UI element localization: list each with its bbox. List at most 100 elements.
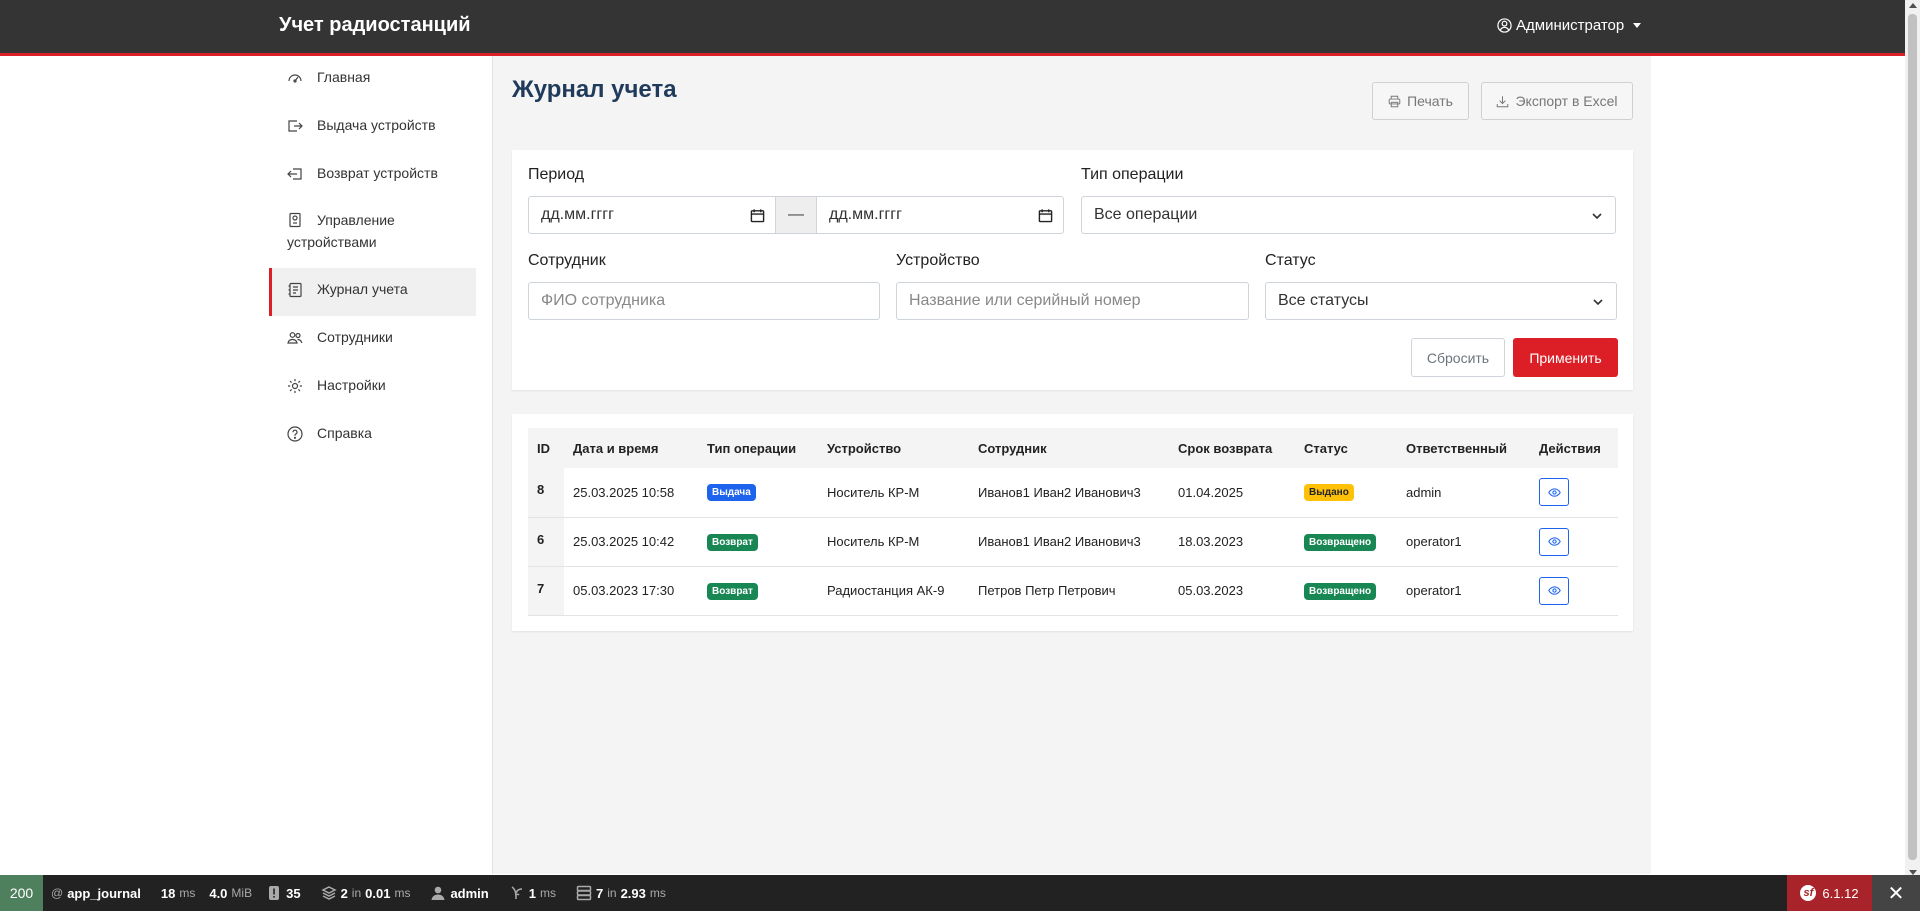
employee-search-input[interactable]: ФИО сотрудника bbox=[528, 282, 880, 320]
device-icon bbox=[289, 212, 301, 228]
scroll-up-arrow-icon[interactable] bbox=[1909, 3, 1917, 8]
cell-due-date: 18.03.2023 bbox=[1169, 517, 1295, 567]
sidebar-item-settings[interactable]: Настройки bbox=[269, 364, 476, 412]
operation-type-value: Все операции bbox=[1094, 206, 1198, 223]
calendar-icon[interactable] bbox=[1038, 208, 1053, 223]
cell-status: Возвращено bbox=[1295, 517, 1397, 567]
operation-type-select[interactable]: Все операции bbox=[1081, 196, 1616, 234]
device-search-input[interactable]: Название или серийный номер bbox=[896, 282, 1249, 320]
col-header-operation: Тип операции bbox=[698, 428, 818, 468]
eye-icon bbox=[1547, 537, 1561, 546]
chevron-down-icon bbox=[1592, 213, 1602, 220]
status-badge: Возвращено bbox=[1304, 533, 1377, 551]
people-icon bbox=[287, 332, 303, 344]
twig-unit: ms bbox=[394, 886, 411, 900]
col-header-actions: Действия bbox=[1530, 428, 1618, 468]
table-row: 8 25.03.2025 10:58 Выдача Носитель КР-М … bbox=[528, 468, 1618, 518]
sidebar-item-device-management[interactable]: Управление устройствами bbox=[269, 200, 476, 268]
twig-item[interactable]: 2 in 0.01 ms bbox=[320, 885, 411, 901]
status-badge: Выдано bbox=[1304, 484, 1354, 502]
cell-device: Носитель КР-М bbox=[818, 517, 969, 567]
main-content: Журнал учета Печать Экспорт в Excel Пери… bbox=[493, 56, 1651, 874]
time-item[interactable]: 18 ms bbox=[161, 886, 195, 901]
cell-operation: Возврат bbox=[698, 517, 818, 567]
chevron-down-icon bbox=[1593, 299, 1603, 306]
box-arrow-in-left-icon bbox=[287, 168, 302, 180]
sidebar-item-label: Выдача устройств bbox=[317, 117, 436, 133]
sidebar-item-label: Главная bbox=[317, 69, 371, 85]
view-details-button[interactable] bbox=[1539, 527, 1569, 556]
sidebar-item-return-devices[interactable]: Возврат устройств bbox=[269, 152, 476, 200]
sidebar-item-label: Настройки bbox=[317, 377, 386, 393]
date-to-input[interactable]: дд.мм.гггг bbox=[816, 196, 1064, 234]
view-details-button[interactable] bbox=[1539, 478, 1569, 507]
status-value: Все статусы bbox=[1278, 292, 1369, 309]
security-item[interactable]: admin bbox=[430, 885, 489, 901]
memory-item[interactable]: 4.0 MiB bbox=[209, 886, 252, 901]
sidebar-item-label: Возврат устройств bbox=[317, 165, 438, 181]
cell-id: 6 bbox=[528, 517, 564, 567]
cell-device: Носитель КР-М bbox=[818, 468, 969, 518]
symfony-twig-icon bbox=[511, 886, 522, 900]
cell-operation: Возврат bbox=[698, 566, 818, 616]
journal-table-card: ID Дата и время Тип операции Устройство … bbox=[512, 414, 1633, 631]
database-item[interactable]: 7 in 2.93 ms bbox=[576, 885, 666, 901]
sidebar-item-journal[interactable]: Журнал учета bbox=[269, 268, 476, 316]
status-code-badge[interactable]: 200 bbox=[0, 875, 43, 911]
cell-datetime: 25.03.2025 10:58 bbox=[564, 468, 698, 518]
calendar-icon[interactable] bbox=[750, 208, 765, 223]
reset-button[interactable]: Сбросить bbox=[1411, 338, 1505, 377]
sidebar-item-label: Журнал учета bbox=[317, 281, 408, 297]
date-from-input[interactable]: дд.мм.гггг bbox=[528, 196, 776, 234]
logs-count: 35 bbox=[286, 885, 301, 901]
sidebar-item-issue-devices[interactable]: Выдача устройств bbox=[269, 104, 476, 152]
memory-value: 4.0 bbox=[209, 885, 228, 901]
user-menu-dropdown[interactable]: Администратор bbox=[1497, 17, 1642, 34]
table-header-row: ID Дата и время Тип операции Устройство … bbox=[528, 428, 1618, 468]
filters-card: Период дд.мм.гггг — дд.мм.гггг Тип опера… bbox=[512, 150, 1633, 390]
operation-badge: Возврат bbox=[707, 533, 758, 551]
sidebar-item-label: Управление устройствами bbox=[287, 212, 395, 250]
eye-icon bbox=[1547, 488, 1561, 497]
sidebar-nav: Главная Выдача устройств Возврат устройс… bbox=[269, 56, 476, 460]
memory-unit: MiB bbox=[231, 886, 253, 900]
sidebar-item-employees[interactable]: Сотрудники bbox=[269, 316, 476, 364]
top-navbar: Учет радиостанций Администратор bbox=[0, 0, 1905, 56]
cell-operation: Выдача bbox=[698, 468, 818, 518]
logs-item[interactable]: 35 bbox=[266, 885, 301, 901]
db-count: 7 bbox=[595, 885, 604, 901]
sidebar-item-label: Справка bbox=[317, 425, 372, 441]
vertical-scrollbar[interactable] bbox=[1905, 0, 1920, 911]
cell-device: Радиостанция АК-9 bbox=[818, 566, 969, 616]
time-unit: ms bbox=[179, 886, 196, 900]
print-button[interactable]: Печать bbox=[1372, 82, 1469, 120]
twig-count: 2 bbox=[340, 885, 348, 901]
person-icon bbox=[431, 886, 445, 900]
app-brand[interactable]: Учет радиостанций bbox=[279, 14, 471, 37]
col-header-due-date: Срок возврата bbox=[1169, 428, 1295, 468]
cell-responsible: operator1 bbox=[1397, 566, 1530, 616]
export-excel-button[interactable]: Экспорт в Excel bbox=[1481, 82, 1633, 120]
sidebar-item-help[interactable]: Справка bbox=[269, 412, 476, 460]
apply-button[interactable]: Применить bbox=[1513, 338, 1618, 377]
scrollbar-thumb[interactable] bbox=[1908, 14, 1917, 860]
status-select[interactable]: Все статусы bbox=[1265, 282, 1617, 320]
sidebar-item-home[interactable]: Главная bbox=[269, 56, 476, 104]
cell-due-date: 05.03.2023 bbox=[1169, 566, 1295, 616]
col-header-device: Устройство bbox=[818, 428, 969, 468]
download-icon bbox=[1497, 95, 1509, 107]
cache-item[interactable]: 1 ms bbox=[509, 885, 556, 901]
question-circle-icon bbox=[287, 426, 303, 442]
exclamation-icon bbox=[269, 886, 280, 900]
device-placeholder: Название или серийный номер bbox=[909, 292, 1141, 309]
symfony-version-badge[interactable]: sf 6.1.12 bbox=[1787, 875, 1872, 911]
close-toolbar-button[interactable]: ✕ bbox=[1872, 875, 1920, 911]
view-details-button[interactable] bbox=[1539, 576, 1569, 605]
status-label: Статус bbox=[1265, 252, 1316, 269]
gear-icon bbox=[288, 379, 302, 393]
col-header-datetime: Дата и время bbox=[564, 428, 698, 468]
route-name: app_journal bbox=[67, 885, 141, 901]
date-range-separator: — bbox=[776, 196, 816, 234]
server-icon bbox=[576, 885, 592, 901]
route-item[interactable]: @ app_journal bbox=[51, 886, 141, 901]
